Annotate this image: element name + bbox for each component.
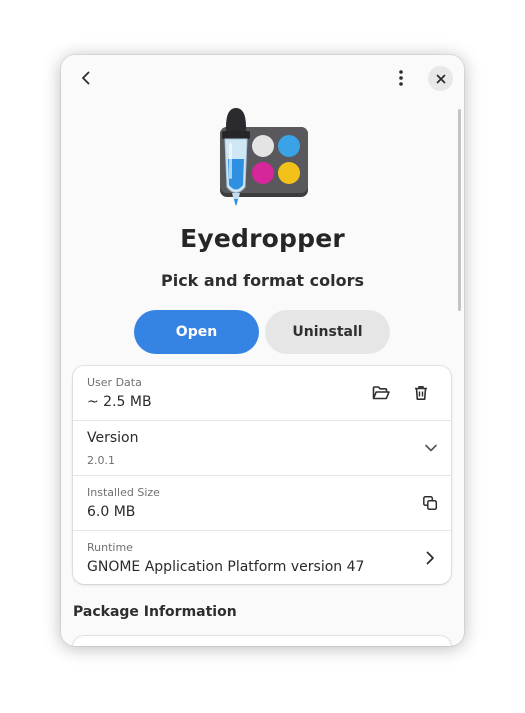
app-details-card: User Data ~ 2.5 MB Version 2.0.1 Install… bbox=[73, 366, 451, 584]
user-data-value: ~ 2.5 MB bbox=[87, 394, 152, 410]
back-button[interactable] bbox=[73, 63, 99, 93]
version-row[interactable]: Version 2.0.1 bbox=[73, 421, 451, 476]
copy-button[interactable] bbox=[419, 492, 441, 514]
runtime-label: Runtime bbox=[87, 541, 133, 554]
close-icon bbox=[436, 74, 445, 83]
copy-icon bbox=[423, 496, 438, 511]
vertical-dots-icon bbox=[399, 70, 403, 86]
installed-size-value: 6.0 MB bbox=[87, 504, 136, 520]
app-details-window: Eyedropper Pick and format colors Open U… bbox=[61, 55, 464, 646]
runtime-row[interactable]: Runtime GNOME Application Platform versi… bbox=[73, 531, 451, 584]
uninstall-button[interactable]: Uninstall bbox=[265, 310, 390, 354]
version-label: Version bbox=[87, 430, 139, 446]
chevron-left-icon bbox=[82, 71, 90, 85]
chevron-down-icon bbox=[425, 444, 437, 452]
eyedropper-palette-icon bbox=[220, 108, 308, 206]
open-button[interactable]: Open bbox=[134, 310, 259, 354]
user-data-row: User Data ~ 2.5 MB bbox=[73, 366, 451, 421]
runtime-details-button[interactable] bbox=[419, 547, 441, 569]
folder-open-icon bbox=[372, 386, 390, 400]
installed-size-row: Installed Size 6.0 MB bbox=[73, 476, 451, 531]
package-information-card bbox=[73, 636, 451, 646]
main-menu-button[interactable] bbox=[387, 63, 415, 93]
package-information-heading: Package Information bbox=[73, 604, 237, 620]
expand-version-button[interactable] bbox=[420, 437, 442, 459]
close-button[interactable] bbox=[428, 66, 453, 91]
app-name: Eyedropper bbox=[180, 224, 345, 253]
trash-icon bbox=[415, 386, 427, 400]
delete-data-button[interactable] bbox=[410, 382, 432, 404]
app-summary: Pick and format colors bbox=[160, 271, 364, 290]
installed-size-label: Installed Size bbox=[87, 486, 160, 499]
open-folder-button[interactable] bbox=[370, 382, 392, 404]
version-value: 2.0.1 bbox=[87, 454, 115, 467]
runtime-value: GNOME Application Platform version 47 bbox=[87, 559, 365, 575]
chevron-right-icon bbox=[426, 551, 434, 565]
user-data-label: User Data bbox=[87, 376, 142, 389]
